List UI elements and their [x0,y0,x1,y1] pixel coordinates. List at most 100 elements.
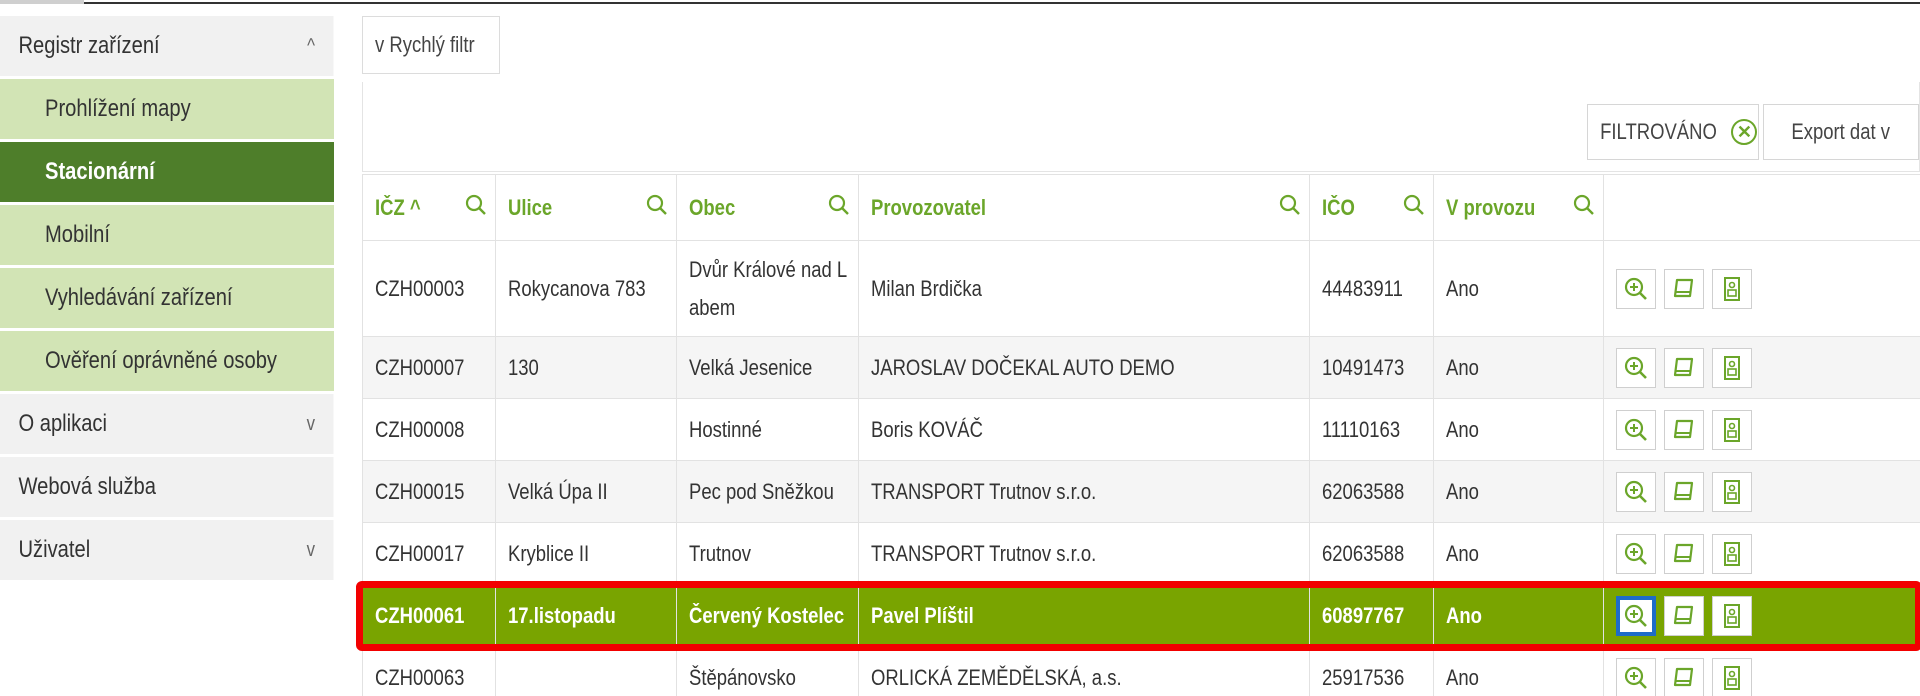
sidebar-subitem-prohlizeni-mapy[interactable]: Prohlížení mapy [0,79,334,142]
cell-v-provozu: Ano [1433,460,1604,523]
sidebar-item-o-aplikaci[interactable]: O aplikaci v [0,394,334,457]
table-row[interactable]: CZH00008 Hostinné Boris KOVÁČ 11110163 A… [362,398,1920,461]
detail-button[interactable] [1712,409,1752,450]
cell-provozovatel: JAROSLAV DOČEKAL AUTO DEMO [858,336,1310,399]
filtered-label: FILTROVÁNO [1599,119,1717,144]
filter-bar [362,16,1920,82]
column-header-obec[interactable]: Obec [676,174,859,241]
cell-provozovatel: Boris KOVÁČ [858,398,1310,461]
cell-ulice [495,646,677,696]
export-button[interactable]: Export dat v [1763,104,1919,160]
edit-button[interactable] [1664,533,1704,574]
sidebar-item-registr[interactable]: Registr zařízení ^ [0,16,334,79]
column-header-icz[interactable]: IČZ ^ [362,174,496,241]
sidebar-subitem-stacionarni[interactable]: Stacionární [0,142,334,205]
row-actions [1616,595,1908,636]
cell-v-provozu: Ano [1433,240,1604,337]
cell-obec: Velká Jesenice [676,336,859,399]
search-icon[interactable] [828,194,850,216]
zoom-in-icon [1624,418,1647,441]
edit-button[interactable] [1664,347,1704,388]
top-divider [84,2,1920,4]
table-row[interactable]: CZH00007 130 Velká Jesenice JAROSLAV DOČ… [362,336,1920,399]
zoom-in-icon [1624,542,1647,565]
zoom-in-button[interactable] [1616,347,1656,388]
table-row[interactable]: CZH00015 Velká Úpa II Pec pod Sněžkou TR… [362,460,1920,523]
table-row-selected[interactable]: CZH00061 17.listopadu Červený Kostelec P… [362,584,1920,647]
clear-filter-icon[interactable]: ✕ [1731,119,1758,145]
cell-obec: Červený Kostelec [676,584,859,647]
cell-actions [1603,584,1920,647]
cell-obec: Dvůr Králové nad Labem [676,240,859,337]
sidebar-item-label: Uživatel [18,536,91,563]
sidebar-item-uzivatel[interactable]: Uživatel v [0,520,334,583]
zoom-in-button[interactable] [1616,595,1656,636]
quick-filter-button[interactable]: v Rychlý filtr [362,16,500,74]
column-header-actions [1603,174,1920,241]
search-icon[interactable] [1573,194,1595,216]
cell-icz: CZH00015 [362,460,496,523]
table-row[interactable]: CZH00063 Štěpánovsko ORLICKÁ ZEMĚDĚLSKÁ,… [362,646,1920,696]
row-actions [1616,533,1908,574]
cell-ico: 62063588 [1309,522,1434,585]
cell-ico: 25917536 [1309,646,1434,696]
filtered-button[interactable]: FILTROVÁNO ✕ [1587,104,1759,160]
cell-v-provozu: Ano [1433,584,1604,647]
sidebar-item-label: Registr zařízení [18,32,160,59]
zoom-in-button[interactable] [1616,533,1656,574]
cell-actions [1603,460,1920,523]
zoom-in-icon [1624,356,1647,379]
table-row[interactable]: CZH00017 Kryblice II Trutnov TRANSPORT T… [362,522,1920,585]
column-header-ulice[interactable]: Ulice [495,174,677,241]
column-header-v-provozu[interactable]: V provozu [1433,174,1604,241]
chevron-down-icon: v [306,538,315,561]
detail-button[interactable] [1712,268,1752,309]
top-tab [0,0,84,4]
detail-button[interactable] [1712,533,1752,574]
sidebar-subitem-overeni[interactable]: Ověření oprávněné osoby [0,331,334,394]
detail-button[interactable] [1712,347,1752,388]
sidebar-subitem-vyhledavani[interactable]: Vyhledávání zařízení [0,268,334,331]
cell-obec: Hostinné [676,398,859,461]
search-icon[interactable] [1403,194,1425,216]
zoom-in-button[interactable] [1616,471,1656,512]
zoom-in-button[interactable] [1616,657,1656,696]
column-header-provozovatel[interactable]: Provozovatel [858,174,1310,241]
edit-button[interactable] [1664,595,1704,636]
sidebar-item-webova-sluzba[interactable]: Webová služba [0,457,334,520]
chevron-down-icon: v [1881,119,1891,144]
zoom-in-icon [1624,666,1647,689]
devices-table: IČZ ^ Ulice Obec Provozovatel IČO V prov… [362,174,1920,696]
cell-actions [1603,240,1920,337]
cell-provozovatel: Milan Brdička [858,240,1310,337]
cell-v-provozu: Ano [1433,336,1604,399]
top-bar [0,0,1920,6]
cell-actions [1603,398,1920,461]
edit-button[interactable] [1664,657,1704,696]
column-header-ico[interactable]: IČO [1309,174,1434,241]
cell-icz: CZH00063 [362,646,496,696]
zoom-in-button[interactable] [1616,268,1656,309]
table-row[interactable]: CZH00003 Rokycanova 783 Dvůr Králové nad… [362,240,1920,337]
edit-button[interactable] [1664,409,1704,450]
search-icon[interactable] [465,194,487,216]
cell-obec: Štěpánovsko [676,646,859,696]
cell-v-provozu: Ano [1433,522,1604,585]
quick-filter-label: Rychlý filtr [389,32,475,57]
edit-button[interactable] [1664,471,1704,512]
search-icon[interactable] [1279,194,1301,216]
sidebar-subitem-mobilni[interactable]: Mobilní [0,205,334,268]
zoom-in-button[interactable] [1616,409,1656,450]
zoom-in-icon [1624,277,1647,300]
detail-button[interactable] [1712,471,1752,512]
edit-button[interactable] [1664,268,1704,309]
cell-ulice: Velká Úpa II [495,460,677,523]
cell-actions [1603,646,1920,696]
cell-v-provozu: Ano [1433,646,1604,696]
search-icon[interactable] [646,194,668,216]
cell-obec: Pec pod Sněžkou [676,460,859,523]
detail-button[interactable] [1712,595,1752,636]
cell-actions [1603,522,1920,585]
detail-button[interactable] [1712,657,1752,696]
document-icon [1724,355,1740,380]
